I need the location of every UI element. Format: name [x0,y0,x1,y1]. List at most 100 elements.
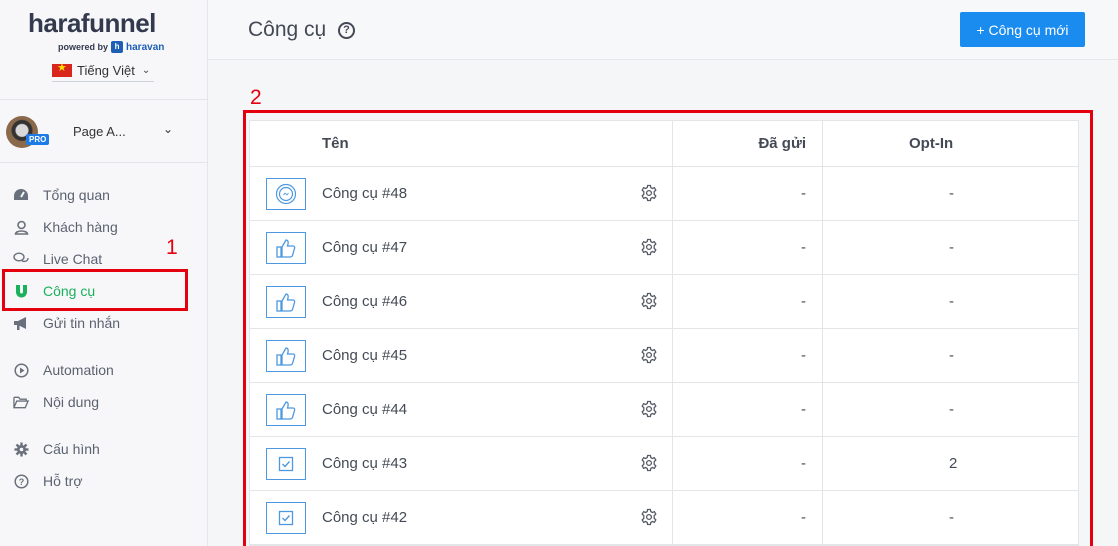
dashboard-icon [13,187,29,203]
folder-icon [13,394,29,410]
tool-thumbnail-cell [250,437,322,490]
like-icon[interactable] [266,231,306,264]
optin-count: 2 [822,437,1080,490]
table-row[interactable]: Công cụ #46- - [250,275,1078,329]
powered-by: powered by h haravan [58,41,164,53]
divider [0,99,208,100]
tool-thumbnail-cell [250,167,322,220]
sent-count: - [672,275,822,328]
gear-icon[interactable] [640,346,658,364]
optin-count: - [822,167,1080,220]
sent-count: - [672,383,822,436]
tool-thumbnail-cell [250,275,322,328]
table-row[interactable]: Công cụ #42- - [250,491,1078,545]
table-header-row: Tên Đã gửi Opt-In [250,121,1078,167]
chevron-down-icon: ⌄ [163,122,174,136]
tool-name[interactable]: Công cụ #46 [322,275,672,328]
column-header-optin[interactable]: Opt-In [822,121,1080,166]
sidebar-item-automation[interactable]: Automation [0,356,190,384]
table-row[interactable]: Công cụ #44- - [250,383,1078,437]
chat-icon [13,251,29,267]
tool-name[interactable]: Công cụ #44 [322,383,672,436]
sidebar-item-label: Tổng quan [43,187,110,203]
header-icon-col [250,121,322,166]
tool-name[interactable]: Công cụ #47 [322,221,672,274]
user-icon [13,219,29,235]
partner-name: haravan [126,41,165,53]
new-tool-button[interactable]: + Công cụ mới [960,12,1085,47]
gear-icon[interactable] [640,184,658,202]
tool-name[interactable]: Công cụ #42 [322,491,672,544]
gear-icon[interactable] [640,454,658,472]
sent-count: - [672,491,822,544]
divider [0,162,208,163]
table-row[interactable]: Công cụ #47- - [250,221,1078,275]
tool-name[interactable]: Công cụ #43 [322,437,672,490]
tool-thumbnail-cell [250,383,322,436]
tool-thumbnail-cell [250,221,322,274]
gear-icon[interactable] [640,508,658,526]
table-row[interactable]: Công cụ #43-2 [250,437,1078,491]
sidebar-item-label: Cấu hình [43,441,100,457]
megaphone-icon [13,315,29,331]
optin-count: - [822,221,1080,274]
tool-name[interactable]: Công cụ #45 [322,329,672,382]
gear-icon [13,441,29,457]
page-title: Công cụ [248,18,327,41]
sent-count: - [672,329,822,382]
optin-count: - [822,329,1080,382]
help-icon: ? [13,473,29,489]
like-icon[interactable] [266,285,306,318]
annotation-number-2: 2 [250,86,262,109]
table-row[interactable]: Công cụ #45- - [250,329,1078,383]
sidebar-item-label: Gửi tin nhắn [43,315,121,331]
sidebar-item-label: Automation [43,362,114,378]
messenger-icon[interactable] [266,177,306,210]
annotation-number-1: 1 [166,236,178,259]
sidebar-item-label: Live Chat [43,251,103,267]
page-header: Công cụ ? + Công cụ mới [208,0,1118,60]
optin-count: - [822,383,1080,436]
brand-logo: harafunnel [28,8,156,38]
table-row[interactable]: Công cụ #48- - [250,167,1078,221]
like-icon[interactable] [266,393,306,426]
page-name: Page A... [73,124,126,139]
sidebar-item-content[interactable]: Nội dung [0,388,190,416]
gear-icon[interactable] [640,292,658,310]
page-switcher[interactable]: PRO Page A... ⌄ [0,110,208,156]
sent-count: - [672,221,822,274]
sidebar-item-overview[interactable]: Tổng quan [0,181,190,209]
sent-count: - [672,167,822,220]
gear-icon[interactable] [640,238,658,256]
language-selector[interactable]: Tiếng Việt ⌄ [52,60,154,82]
tool-thumbnail-cell [250,329,322,382]
like-icon[interactable] [266,339,306,372]
language-label: Tiếng Việt [77,63,135,78]
optin-count: - [822,275,1080,328]
sidebar-item-broadcast[interactable]: Gửi tin nhắn [0,309,190,337]
checkbox-icon[interactable] [266,501,306,534]
checkbox-icon[interactable] [266,447,306,480]
highlight-box-tools [2,269,188,311]
gear-icon[interactable] [640,400,658,418]
sidebar-item-label: Nội dung [43,394,100,410]
tool-thumbnail-cell [250,491,322,544]
help-icon[interactable]: ? [338,22,355,39]
pro-badge: PRO [26,134,50,145]
vietnam-flag-icon [52,61,72,77]
chevron-down-icon: ⌄ [141,65,151,76]
sidebar-item-label: Khách hàng [43,219,118,235]
sidebar-item-label: Hỗ trợ [43,473,83,489]
play-circle-icon [13,362,29,378]
powered-by-label: powered by [58,42,109,52]
tools-table: Tên Đã gửi Opt-In Công cụ #48- - Công cụ #… [249,120,1079,546]
sidebar-item-customers[interactable]: Khách hàng [0,213,190,241]
column-header-sent[interactable]: Đã gửi [672,121,822,166]
sidebar-item-settings[interactable]: Cấu hình [0,435,190,463]
tool-name[interactable]: Công cụ #48 [322,167,672,220]
sidebar-item-support[interactable]: ? Hỗ trợ [0,467,190,495]
svg-text:?: ? [18,477,24,487]
sent-count: - [672,437,822,490]
haravan-logo-icon: h [111,41,124,53]
column-header-name[interactable]: Tên [322,121,672,166]
